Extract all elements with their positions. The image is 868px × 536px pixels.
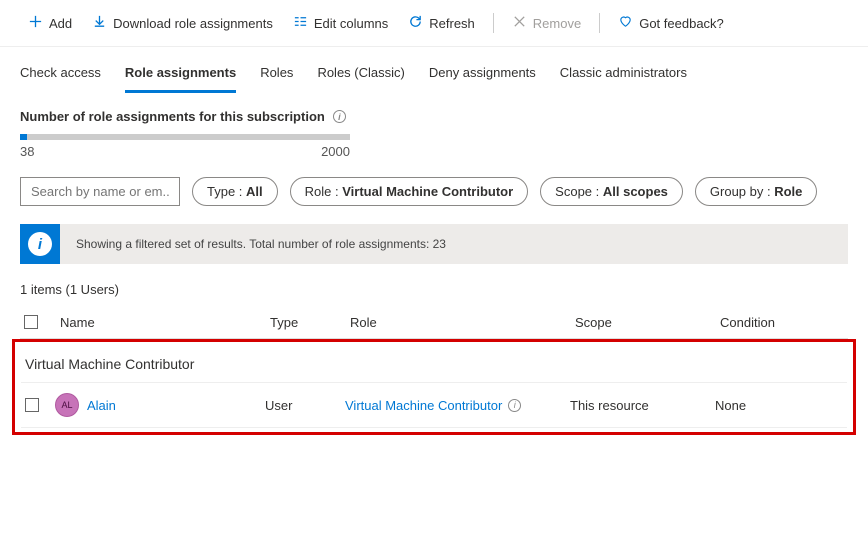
remove-icon <box>512 14 527 32</box>
quota-heading: Number of role assignments for this subs… <box>20 109 325 124</box>
info-banner-icon: i <box>20 224 60 264</box>
tabs: Check access Role assignments Roles Role… <box>0 47 868 93</box>
tab-classic-administrators[interactable]: Classic administrators <box>560 59 687 93</box>
download-button[interactable]: Download role assignments <box>84 8 281 38</box>
feedback-button[interactable]: Got feedback? <box>610 8 732 38</box>
table-row[interactable]: AL Alain User Virtual Machine Contributo… <box>21 382 847 428</box>
row-checkbox[interactable] <box>25 398 39 412</box>
filter-role[interactable]: Role : Virtual Machine Contributor <box>290 177 529 206</box>
plus-icon <box>28 14 43 32</box>
edit-columns-label: Edit columns <box>314 16 388 31</box>
tab-roles-classic[interactable]: Roles (Classic) <box>317 59 404 93</box>
tab-roles[interactable]: Roles <box>260 59 293 93</box>
col-name[interactable]: Name <box>60 315 270 330</box>
col-scope[interactable]: Scope <box>575 315 720 330</box>
search-input[interactable] <box>20 177 180 206</box>
alert-text: Showing a filtered set of results. Total… <box>76 237 446 251</box>
add-label: Add <box>49 16 72 31</box>
filter-row: Type : All Role : Virtual Machine Contri… <box>0 159 868 224</box>
quota-fill <box>20 134 27 140</box>
table-header: Name Type Role Scope Condition <box>20 307 848 339</box>
avatar: AL <box>55 393 79 417</box>
command-bar: Add Download role assignments Edit colum… <box>0 0 868 47</box>
quota-current: 38 <box>20 144 34 159</box>
filter-scope[interactable]: Scope : All scopes <box>540 177 683 206</box>
quota-section: Number of role assignments for this subs… <box>0 93 868 159</box>
col-role[interactable]: Role <box>350 315 575 330</box>
refresh-label: Refresh <box>429 16 475 31</box>
col-type[interactable]: Type <box>270 315 350 330</box>
feedback-label: Got feedback? <box>639 16 724 31</box>
download-label: Download role assignments <box>113 16 273 31</box>
results-count: 1 items (1 Users) <box>0 282 868 307</box>
cell-type: User <box>265 398 345 413</box>
tab-deny-assignments[interactable]: Deny assignments <box>429 59 536 93</box>
tab-check-access[interactable]: Check access <box>20 59 101 93</box>
heart-icon <box>618 14 633 32</box>
quota-max: 2000 <box>321 144 350 159</box>
remove-button: Remove <box>504 8 589 38</box>
filter-alert: i Showing a filtered set of results. Tot… <box>20 224 848 264</box>
tab-role-assignments[interactable]: Role assignments <box>125 59 236 93</box>
cell-scope: This resource <box>570 398 715 413</box>
columns-icon <box>293 14 308 32</box>
highlighted-result: Virtual Machine Contributor AL Alain Use… <box>12 339 856 435</box>
col-condition[interactable]: Condition <box>720 315 820 330</box>
quota-bar <box>20 134 350 140</box>
refresh-button[interactable]: Refresh <box>400 8 483 38</box>
edit-columns-button[interactable]: Edit columns <box>285 8 396 38</box>
separator <box>599 13 600 33</box>
filter-type[interactable]: Type : All <box>192 177 278 206</box>
cell-condition: None <box>715 398 815 413</box>
group-header: Virtual Machine Contributor <box>21 346 847 382</box>
add-button[interactable]: Add <box>20 8 80 38</box>
refresh-icon <box>408 14 423 32</box>
role-link[interactable]: Virtual Machine Contributor <box>345 398 502 413</box>
info-icon[interactable]: i <box>333 110 346 123</box>
info-icon[interactable]: i <box>508 399 521 412</box>
remove-label: Remove <box>533 16 581 31</box>
filter-groupby[interactable]: Group by : Role <box>695 177 817 206</box>
download-icon <box>92 14 107 32</box>
separator <box>493 13 494 33</box>
user-link[interactable]: Alain <box>87 398 116 413</box>
select-all-checkbox[interactable] <box>24 315 38 329</box>
